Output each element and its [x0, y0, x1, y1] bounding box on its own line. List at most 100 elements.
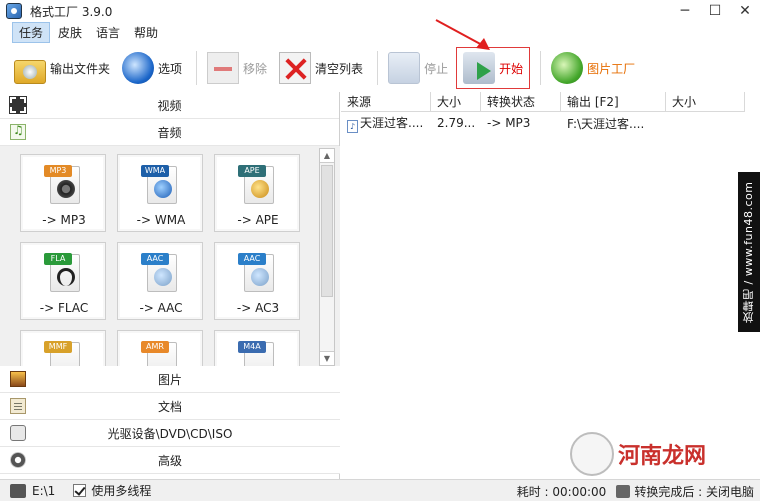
multithread-checkbox[interactable] [73, 484, 87, 497]
multithread-label: 使用多线程 [91, 484, 152, 498]
cell-size: 2.79... [437, 116, 476, 130]
maximize-button[interactable]: ☐ [700, 0, 730, 22]
after-done-action[interactable]: 转换完成后 : 关闭电脑 [634, 483, 754, 500]
computer-icon [616, 484, 631, 498]
optical-drive-icon [10, 425, 26, 441]
format-tag: FLA [44, 253, 72, 265]
category-audio[interactable]: 音频 [0, 119, 339, 146]
column-output[interactable]: 输出 [F2] [561, 92, 666, 112]
category-picture-label: 图片 [157, 372, 182, 387]
clear-list-label: 清空列表 [315, 61, 364, 76]
elapsed-time: 耗时 : 00:00:00 [516, 484, 607, 499]
picture-factory-icon [551, 52, 584, 84]
options-icon [122, 52, 155, 84]
bottom-categories: 图片 文档 光驱设备\DVD\CD\ISO 高级 [0, 366, 340, 474]
remove-icon [207, 52, 240, 84]
format-tile-wma[interactable]: WMA -> WMA [117, 154, 203, 232]
toolbar-separator [540, 51, 542, 85]
output-folder-button[interactable]: 输出文件夹 [10, 48, 114, 88]
music-file-icon: ♪ [347, 119, 358, 133]
table-row[interactable]: ♪ 天涯过客.... 2.79... -> MP3 F:\天涯过客.... [341, 112, 745, 134]
side-watermark: 放肆吧 / www.fun48.com [738, 172, 760, 332]
disc-icon [251, 180, 269, 198]
format-tile-flac[interactable]: FLA -> FLAC [20, 242, 106, 320]
column-source[interactable]: 来源 [341, 92, 431, 112]
window-controls: ─ ☐ ✕ [670, 0, 760, 22]
menu-language[interactable]: 语言 [90, 23, 126, 42]
play-icon [154, 180, 172, 198]
minimize-button[interactable]: ─ [670, 0, 700, 22]
format-scrollbar[interactable]: ▲ ▼ [319, 148, 335, 366]
format-tile-mp3[interactable]: MP3 -> MP3 [20, 154, 106, 232]
picture-factory-button[interactable]: 图片工厂 [547, 48, 639, 88]
app-icon [6, 3, 22, 19]
menu-bar: 任务 皮肤 语言 帮助 [0, 21, 760, 43]
toolbar-separator [377, 51, 379, 85]
folder-icon [14, 60, 46, 84]
category-picture[interactable]: 图片 [0, 366, 340, 393]
column-output-size[interactable]: 大小 [666, 92, 745, 112]
category-rom[interactable]: 光驱设备\DVD\CD\ISO [0, 420, 340, 447]
cell-status: -> MP3 [487, 116, 531, 130]
window-title: 格式工厂 3.9.0 [30, 4, 113, 19]
column-size[interactable]: 大小 [431, 92, 481, 112]
picture-factory-label: 图片工厂 [587, 61, 636, 76]
category-advanced[interactable]: 高级 [0, 447, 340, 474]
cell-output: F:\天涯过客.... [567, 116, 645, 131]
brand-watermark: 河南龙网 [570, 432, 706, 476]
drive-icon [10, 483, 26, 498]
document-icon [10, 398, 26, 414]
format-tile-ac3[interactable]: AAC -> AC3 [214, 242, 300, 320]
source-name: 天涯过客.... [360, 115, 424, 130]
scroll-down-icon[interactable]: ▼ [320, 351, 334, 365]
format-tile-ape[interactable]: APE -> APE [214, 154, 300, 232]
remove-button[interactable]: 移除 [203, 48, 271, 88]
output-path[interactable]: E:\1 [32, 484, 55, 498]
close-button[interactable]: ✕ [730, 0, 760, 22]
output-folder-label: 输出文件夹 [50, 61, 111, 76]
format-label: -> MP3 [42, 213, 86, 227]
format-tag: MP3 [44, 165, 72, 177]
task-list: 来源 大小 转换状态 输出 [F2] 大小 ♪ 天涯过客.... 2.79... … [341, 92, 745, 479]
scroll-up-icon[interactable]: ▲ [320, 149, 334, 163]
category-document-label: 文档 [157, 399, 182, 414]
options-label: 选项 [158, 61, 183, 76]
remove-label: 移除 [243, 61, 268, 76]
watermark-brand: 河南龙网 [618, 444, 707, 469]
video-icon [9, 96, 27, 114]
format-label: -> AAC [139, 301, 183, 315]
clear-list-button[interactable]: 清空列表 [275, 48, 367, 88]
format-tag: MMF [44, 341, 72, 353]
options-button[interactable]: 选项 [118, 48, 186, 88]
clear-list-icon [279, 52, 312, 84]
stop-label: 停止 [424, 61, 449, 76]
menu-help[interactable]: 帮助 [128, 23, 164, 42]
annotation-arrow-icon [435, 19, 490, 50]
format-tag: WMA [141, 165, 169, 177]
status-bar: E:\1 使用多线程 耗时 : 00:00:00 转换完成后 : 关闭电脑 [0, 479, 760, 501]
speaker-icon [251, 268, 269, 286]
speaker-icon [154, 268, 172, 286]
start-label: 开始 [499, 61, 524, 76]
category-panel: 视频 音频 MP3 -> MP3 WMA -> WMA APE -> APE F… [0, 92, 340, 479]
stop-icon [388, 52, 421, 84]
task-table-header: 来源 大小 转换状态 输出 [F2] 大小 [341, 92, 745, 112]
menu-skin[interactable]: 皮肤 [52, 23, 88, 42]
speaker-icon [57, 180, 75, 198]
category-advanced-label: 高级 [157, 453, 182, 468]
cell-source: ♪ 天涯过客.... [341, 114, 431, 133]
format-tag: AAC [238, 253, 266, 265]
toolbar-separator [196, 51, 198, 85]
category-video[interactable]: 视频 [0, 92, 339, 119]
menu-task[interactable]: 任务 [12, 21, 51, 43]
mascot-icon [570, 432, 614, 476]
status-right: 耗时 : 00:00:00 转换完成后 : 关闭电脑 [517, 480, 754, 501]
category-rom-label: 光驱设备\DVD\CD\ISO [107, 426, 233, 441]
column-status[interactable]: 转换状态 [481, 92, 561, 112]
headphones-icon [57, 268, 75, 286]
audio-icon [10, 123, 26, 140]
start-play-icon [463, 52, 496, 84]
scroll-thumb[interactable] [321, 165, 333, 297]
format-tile-aac[interactable]: AAC -> AAC [117, 242, 203, 320]
category-document[interactable]: 文档 [0, 393, 340, 420]
